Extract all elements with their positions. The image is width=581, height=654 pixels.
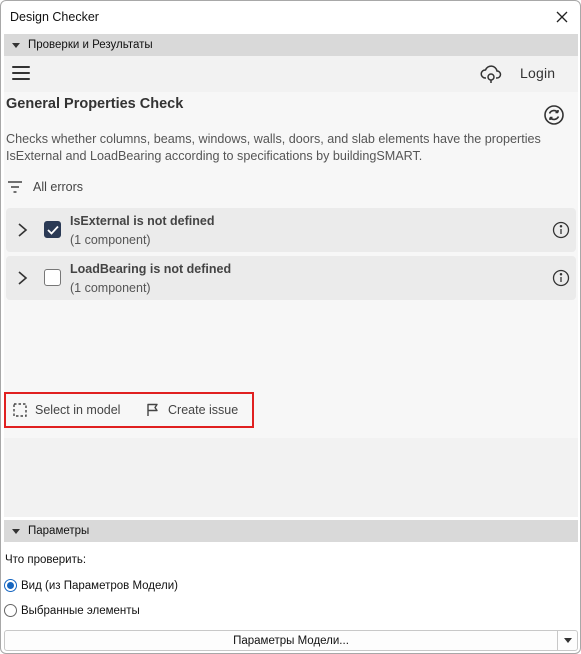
title-bar: Design Checker (1, 1, 580, 33)
checks-panel: Login General Properties Check Checks wh… (4, 56, 578, 517)
what-to-check-label: Что проверить: (5, 554, 87, 566)
chevron-right-icon[interactable] (15, 270, 29, 286)
toolbar: Login (4, 56, 578, 92)
error-item-loadbearing[interactable]: LoadBearing is not defined (1 component) (6, 256, 576, 300)
hamburger-menu-icon[interactable] (12, 66, 30, 82)
refresh-icon[interactable] (543, 104, 565, 126)
radio-button[interactable] (4, 579, 17, 592)
checks-section-title: Проверки и Результаты (28, 39, 153, 51)
error-title: LoadBearing is not defined (70, 262, 232, 276)
model-params-label: Параметры Модели... (233, 634, 349, 647)
params-section-header[interactable]: Параметры (4, 520, 578, 542)
filter-dropdown[interactable]: All errors (8, 177, 83, 197)
create-issue-label: Create issue (168, 403, 239, 417)
model-params-button[interactable]: Параметры Модели... (4, 630, 578, 651)
error-checkbox[interactable] (44, 221, 61, 238)
radio-view-label: Вид (из Параметров Модели) (21, 579, 178, 592)
dropdown-arrow-icon[interactable] (557, 631, 577, 650)
filter-label: All errors (33, 180, 84, 194)
checks-section-header[interactable]: Проверки и Результаты (4, 34, 578, 56)
login-button[interactable]: Login (520, 65, 555, 81)
results-area: Login General Properties Check Checks wh… (4, 56, 578, 438)
chevron-right-icon[interactable] (15, 222, 29, 238)
error-component-count: (1 component) (70, 281, 151, 295)
error-item-isexternal[interactable]: IsExternal is not defined (1 component) (6, 208, 576, 252)
actions-highlight-box: Select in model Create issue (4, 392, 254, 428)
error-checkbox[interactable] (44, 269, 61, 286)
info-icon[interactable] (552, 221, 570, 239)
create-issue-button[interactable]: Create issue (146, 403, 238, 417)
filter-icon (8, 181, 22, 193)
error-title: IsExternal is not defined (70, 214, 215, 228)
select-in-model-button[interactable]: Select in model (13, 403, 120, 417)
info-icon[interactable] (552, 269, 570, 287)
error-component-count: (1 component) (70, 233, 151, 247)
flag-icon (147, 403, 158, 416)
radio-selected-elements-option[interactable]: Выбранные элементы (4, 604, 140, 617)
checkmark-icon (46, 225, 59, 235)
check-description: Checks whether columns, beams, windows, … (6, 132, 541, 163)
close-icon[interactable] (552, 7, 572, 27)
radio-selected-elements-label: Выбранные элементы (21, 604, 140, 617)
collapse-triangle-icon (12, 42, 20, 48)
radio-button[interactable] (4, 604, 17, 617)
select-in-model-label: Select in model (35, 403, 121, 417)
collapse-triangle-icon (12, 528, 20, 534)
selection-icon (13, 403, 27, 417)
params-section-title: Параметры (28, 525, 90, 537)
window-title: Design Checker (10, 10, 99, 24)
check-title: General Properties Check (6, 96, 184, 112)
cloud-sync-icon[interactable] (480, 63, 502, 85)
radio-view-option[interactable]: Вид (из Параметров Модели) (4, 579, 178, 592)
design-checker-window: Design Checker Проверки и Результаты Log… (0, 0, 581, 654)
